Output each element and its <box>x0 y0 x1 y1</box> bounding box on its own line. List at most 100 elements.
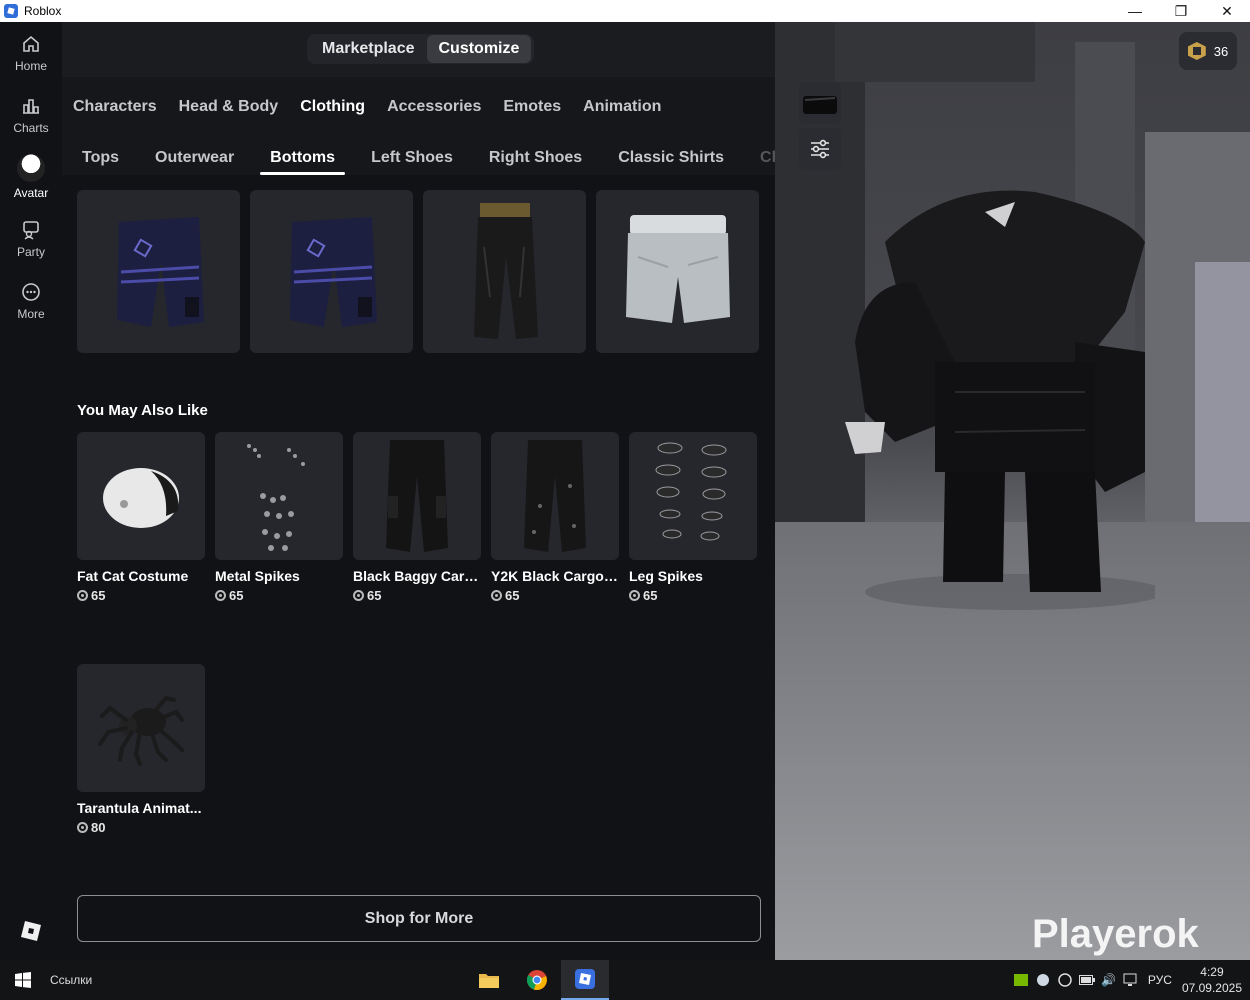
rec-item-card[interactable]: Tarantula Animat... 80 <box>77 664 205 896</box>
subtab-left-shoes[interactable]: Left Shoes <box>361 149 463 175</box>
robux-icon <box>77 822 88 833</box>
tab-animation[interactable]: Animation <box>583 98 661 116</box>
subtab-tops[interactable]: Tops <box>72 149 129 175</box>
owned-item-card[interactable] <box>77 190 240 353</box>
rec-item-price-value: 65 <box>643 588 658 603</box>
network-icon[interactable] <box>1120 970 1142 990</box>
subtab-classic-shirts[interactable]: Classic Shirts <box>608 149 734 175</box>
rec-item-thumbnail[interactable] <box>353 432 481 560</box>
close-button[interactable]: ✕ <box>1204 0 1250 22</box>
nav-home[interactable]: Home <box>0 22 62 84</box>
rec-item-name: Black Baggy Carg... <box>353 568 481 584</box>
nav-party[interactable]: Party <box>0 208 62 270</box>
avatar-settings-button[interactable] <box>799 128 841 170</box>
input-language[interactable]: РУС <box>1148 973 1172 987</box>
nav-avatar-label: Avatar <box>13 186 49 200</box>
owned-item-card[interactable] <box>596 190 759 353</box>
rec-item-price: 65 <box>353 588 481 603</box>
current-outfit-button[interactable] <box>799 82 841 124</box>
tab-characters[interactable]: Characters <box>73 98 157 116</box>
roblox-logo-icon[interactable] <box>20 920 42 942</box>
tab-head-body[interactable]: Head & Body <box>179 98 279 116</box>
battery-icon[interactable] <box>1076 970 1098 990</box>
rec-item-price: 65 <box>215 588 343 603</box>
rec-item-price: 80 <box>77 820 205 835</box>
rec-item-thumbnail[interactable] <box>77 664 205 792</box>
windows-logo-icon <box>15 972 31 988</box>
nav-avatar[interactable]: Avatar <box>0 146 62 208</box>
black-pants-icon <box>473 202 538 339</box>
tab-emotes[interactable]: Emotes <box>503 98 561 116</box>
rec-item-name: Leg Spikes <box>629 568 703 584</box>
recommendations-title: You May Also Like <box>77 402 208 419</box>
rec-item-card[interactable]: Leg Spikes 65 <box>629 432 757 664</box>
subtab-bottoms[interactable]: Bottoms <box>260 149 345 175</box>
rec-item-card[interactable]: Fat Cat Costume 65 <box>77 432 205 664</box>
rec-item-name: Y2K Black Cargo ... <box>491 568 619 584</box>
customize-tab[interactable]: Customize <box>426 35 532 63</box>
cargo-shorts-icon <box>289 216 377 327</box>
nav-charts[interactable]: Charts <box>0 84 62 146</box>
cargo-shorts-icon <box>116 216 204 327</box>
folder-icon <box>479 974 499 988</box>
restore-button[interactable]: ❐ <box>1158 0 1204 22</box>
taskbar-file-explorer[interactable] <box>465 960 513 1000</box>
rec-item-thumbnail[interactable] <box>77 432 205 560</box>
rec-item-name: Metal Spikes <box>215 568 300 584</box>
subtab-classic-overflow[interactable]: Cl <box>750 149 775 175</box>
tray-app-icon[interactable] <box>1054 970 1076 990</box>
more-icon <box>20 281 42 303</box>
nvidia-icon[interactable] <box>1010 970 1032 990</box>
taskbar-links-toolbar[interactable]: Ссылки <box>50 973 92 987</box>
subtab-right-shoes[interactable]: Right Shoes <box>479 149 592 175</box>
taskbar-chrome[interactable] <box>513 960 561 1000</box>
scene-block <box>835 22 1035 82</box>
owned-item-card[interactable] <box>423 190 586 353</box>
taskbar-roblox[interactable] <box>561 960 609 1000</box>
rec-item-card[interactable]: Black Baggy Carg... 65 <box>353 432 481 664</box>
subcategory-tabs: Tops Outerwear Bottoms Left Shoes Right … <box>62 137 775 175</box>
mode-switch-area: Marketplace Customize <box>62 22 775 77</box>
spikes-icon <box>247 444 305 551</box>
nav-more[interactable]: More <box>0 270 62 332</box>
clock-date: 07.09.2025 <box>1181 981 1242 995</box>
tarantula-icon <box>98 695 184 766</box>
y2k-cargo-icon <box>524 440 586 552</box>
rec-item-thumbnail[interactable] <box>629 432 757 560</box>
leg-spikes-icon <box>655 442 727 541</box>
tab-accessories[interactable]: Accessories <box>387 98 481 116</box>
rec-item-name: Tarantula Animat... <box>77 800 202 816</box>
rec-item-price-value: 80 <box>91 820 106 835</box>
customize-panel: Marketplace Customize Characters Head & … <box>62 22 775 960</box>
avatar-3d-viewport[interactable]: 36 Playerok <box>775 22 1250 960</box>
system-tray: 🔊 РУС 4:29 07.09.2025 <box>1010 960 1250 1000</box>
avatar-model[interactable] <box>825 172 1155 612</box>
charts-icon <box>20 95 42 117</box>
watermark-text: Playerok <box>1032 912 1199 956</box>
volume-icon[interactable]: 🔊 <box>1098 970 1120 990</box>
rec-item-thumbnail[interactable] <box>491 432 619 560</box>
robux-balance[interactable]: 36 <box>1179 32 1237 70</box>
subtab-outerwear[interactable]: Outerwear <box>145 149 244 175</box>
start-button[interactable] <box>0 960 46 1000</box>
rec-item-thumbnail[interactable] <box>215 432 343 560</box>
window-title: Roblox <box>24 4 62 18</box>
taskbar-clock[interactable]: 4:29 07.09.2025 <box>1182 964 1242 996</box>
rec-item-price-value: 65 <box>367 588 382 603</box>
shop-for-more-button[interactable]: Shop for More <box>77 895 761 942</box>
rec-item-card[interactable]: Metal Spikes 65 <box>215 432 343 664</box>
home-icon <box>20 33 42 55</box>
minimize-button[interactable]: — <box>1112 0 1158 22</box>
rec-item-card[interactable]: Y2K Black Cargo ... 65 <box>491 432 619 664</box>
marketplace-tab[interactable]: Marketplace <box>310 35 427 63</box>
left-nav-rail: Home Charts Avatar Party More <box>0 22 62 960</box>
rec-item-price: 65 <box>491 588 619 603</box>
mode-switch: Marketplace Customize <box>307 34 535 64</box>
owned-items-grid <box>77 190 759 353</box>
robux-icon <box>215 590 226 601</box>
window-controls: — ❐ ✕ <box>1112 0 1250 22</box>
rec-item-price-value: 65 <box>505 588 520 603</box>
owned-item-card[interactable] <box>250 190 413 353</box>
tab-clothing[interactable]: Clothing <box>300 98 365 116</box>
steam-icon[interactable] <box>1032 970 1054 990</box>
